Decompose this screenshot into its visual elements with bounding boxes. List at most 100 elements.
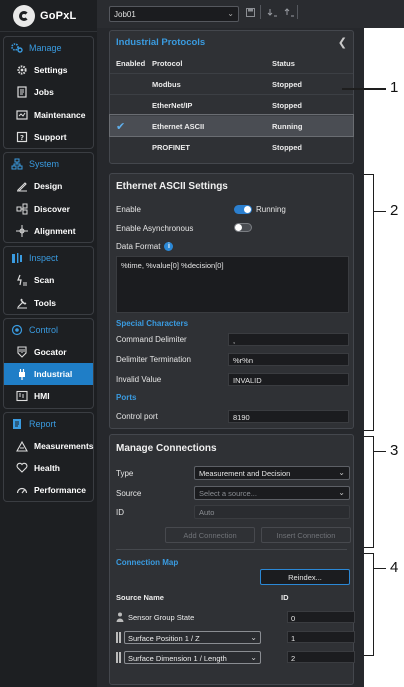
sidebar-item-label: Alignment	[34, 225, 76, 236]
sidebar: GoPxL Manage Settings Jobs Maintenance ?…	[0, 0, 97, 687]
delimiter-termination-input[interactable]: %r%n	[228, 353, 349, 366]
sidebar-section-head-system[interactable]: System	[4, 153, 93, 175]
sidebar-item-support[interactable]: ? Support	[4, 126, 93, 148]
protocol-row-ethernetip[interactable]: EtherNet/IP Stopped	[110, 94, 353, 115]
save-icon[interactable]	[246, 8, 255, 19]
protocols-title: Industrial Protocols	[116, 36, 206, 48]
protocols-panel: Industrial Protocols ❮ Enabled Protocol …	[109, 30, 354, 164]
protocol-name: EtherNet/IP	[152, 100, 193, 110]
checkmark-icon[interactable]: ✔	[110, 120, 152, 133]
sidebar-item-maintenance[interactable]: Maintenance	[4, 104, 93, 126]
sidebar-item-measurements[interactable]: Measurements	[4, 435, 94, 457]
download-icon[interactable]	[267, 8, 278, 20]
sidebar-item-discover[interactable]: Discover	[4, 197, 93, 219]
sidebar-item-jobs[interactable]: Jobs	[4, 81, 93, 103]
sidebar-item-health[interactable]: Health	[4, 457, 93, 479]
sidebar-item-label: Health	[34, 463, 60, 473]
insert-connection-button[interactable]: Insert Connection	[261, 527, 351, 543]
control-port-input[interactable]: 8190	[228, 410, 349, 423]
source-select[interactable]: Select a source... ⌄	[194, 486, 350, 500]
sidebar-item-performance[interactable]: Performance	[4, 479, 93, 501]
callout-bracket-2-bottom	[364, 430, 374, 431]
map-id-input[interactable]: 0	[287, 611, 355, 623]
reindex-button[interactable]: Reindex...	[260, 569, 350, 585]
ascii-settings-panel: Ethernet ASCII Settings Enable Running E…	[109, 173, 354, 429]
data-format-input[interactable]: %time, %value[0] %decision[0]	[116, 256, 349, 313]
plug-icon	[16, 368, 28, 381]
sidebar-item-label: Performance	[34, 485, 86, 496]
map-source-select[interactable]: Surface Dimension 1 / Length ⌄	[124, 650, 261, 664]
manage-connections-panel: Manage Connections Type Measurement and …	[109, 434, 355, 685]
protocol-row-ethernet-ascii[interactable]: ✔ Ethernet ASCII Running	[109, 114, 354, 137]
connection-map-header: Source Name ID	[116, 593, 347, 602]
sidebar-item-label: Tools	[34, 297, 57, 308]
add-connection-button[interactable]: Add Connection	[165, 527, 255, 543]
ports-heading: Ports	[116, 393, 137, 402]
sidebar-item-scan[interactable]: Scan	[4, 269, 93, 291]
sidebar-item-tools[interactable]: Tools	[4, 291, 93, 313]
job-select[interactable]: Job01 ⌄	[109, 6, 239, 22]
enable-state: Running	[256, 205, 286, 214]
toolbar-divider	[297, 5, 298, 19]
job-select-value: Job01	[114, 10, 136, 19]
special-characters-heading: Special Characters	[116, 319, 189, 328]
brand-logo[interactable]: GoPxL	[0, 0, 97, 32]
sidebar-item-gocator[interactable]: Gocator	[4, 341, 93, 363]
source-select-placeholder: Select a source...	[199, 489, 257, 498]
id-input[interactable]: Auto	[194, 505, 350, 519]
connection-map-heading: Connection Map	[116, 558, 179, 567]
drag-handle-icon[interactable]	[116, 631, 121, 643]
map-id-input[interactable]: 1	[287, 631, 355, 643]
invalid-value-input[interactable]: INVALID	[228, 373, 349, 386]
map-id-input[interactable]: 2	[287, 651, 355, 663]
protocol-row-profinet[interactable]: PROFINET Stopped	[110, 136, 353, 157]
sidebar-item-label: Jobs	[34, 87, 54, 98]
callout-bracket-3	[373, 436, 374, 548]
chevron-down-icon: ⌄	[338, 488, 345, 497]
sidebar-item-settings[interactable]: Settings	[4, 59, 93, 81]
collapse-panel-icon[interactable]: ❮	[338, 36, 347, 49]
sidebar-item-label: Scan	[34, 275, 55, 286]
measurements-icon	[16, 440, 28, 452]
async-toggle[interactable]	[234, 223, 252, 232]
protocol-name: PROFINET	[152, 142, 190, 152]
sidebar-section-head-report[interactable]: Report	[4, 413, 93, 435]
async-label: Enable Asynchronous	[116, 224, 194, 233]
sidebar-section-report: Report Measurements Health Performance	[3, 411, 94, 503]
callout-tick-4	[374, 568, 386, 569]
sidebar-section-label: Report	[29, 418, 57, 429]
wrench-icon	[16, 109, 28, 121]
type-select[interactable]: Measurement and Decision ⌄	[194, 466, 350, 480]
sidebar-item-label: Discover	[34, 203, 70, 214]
map-source-select[interactable]: Surface Position 1 / Z ⌄	[124, 630, 261, 644]
callout-number-2: 2	[390, 202, 399, 219]
protocol-row-modbus[interactable]: Modbus Stopped	[110, 73, 353, 94]
enable-toggle[interactable]	[234, 205, 252, 214]
ascii-settings-title: Ethernet ASCII Settings	[116, 181, 228, 192]
chevron-down-icon: ⌄	[227, 9, 234, 18]
callout-number-1: 1	[390, 79, 399, 96]
sidebar-item-label: HMI	[34, 391, 50, 402]
sidebar-item-design[interactable]: Design	[4, 175, 93, 197]
sidebar-item-hmi[interactable]: HMI	[4, 385, 93, 407]
sidebar-section-head-manage[interactable]: Manage	[4, 37, 93, 59]
map-source-name: Sensor Group State	[128, 612, 195, 622]
data-format-row: Data Format i	[116, 242, 347, 251]
enable-label: Enable	[116, 205, 141, 214]
sidebar-item-label: Industrial	[34, 369, 73, 380]
sidebar-item-label: Settings	[34, 65, 68, 76]
discover-icon	[16, 203, 28, 215]
sidebar-section-head-inspect[interactable]: Inspect	[4, 247, 93, 269]
sidebar-item-alignment[interactable]: Alignment	[4, 220, 93, 242]
callout-tick-3	[374, 451, 386, 452]
crosshair-icon	[16, 224, 28, 237]
gocator-icon	[16, 346, 28, 358]
command-delimiter-input[interactable]: ,	[228, 333, 349, 346]
info-icon[interactable]: i	[164, 242, 174, 251]
inspect-icon	[11, 252, 23, 264]
async-row: Enable Asynchronous	[116, 223, 347, 233]
sidebar-section-head-control[interactable]: Control	[4, 319, 93, 341]
drag-handle-icon[interactable]	[116, 651, 121, 663]
upload-icon[interactable]	[284, 8, 295, 20]
sidebar-item-industrial[interactable]: Industrial	[4, 362, 93, 386]
